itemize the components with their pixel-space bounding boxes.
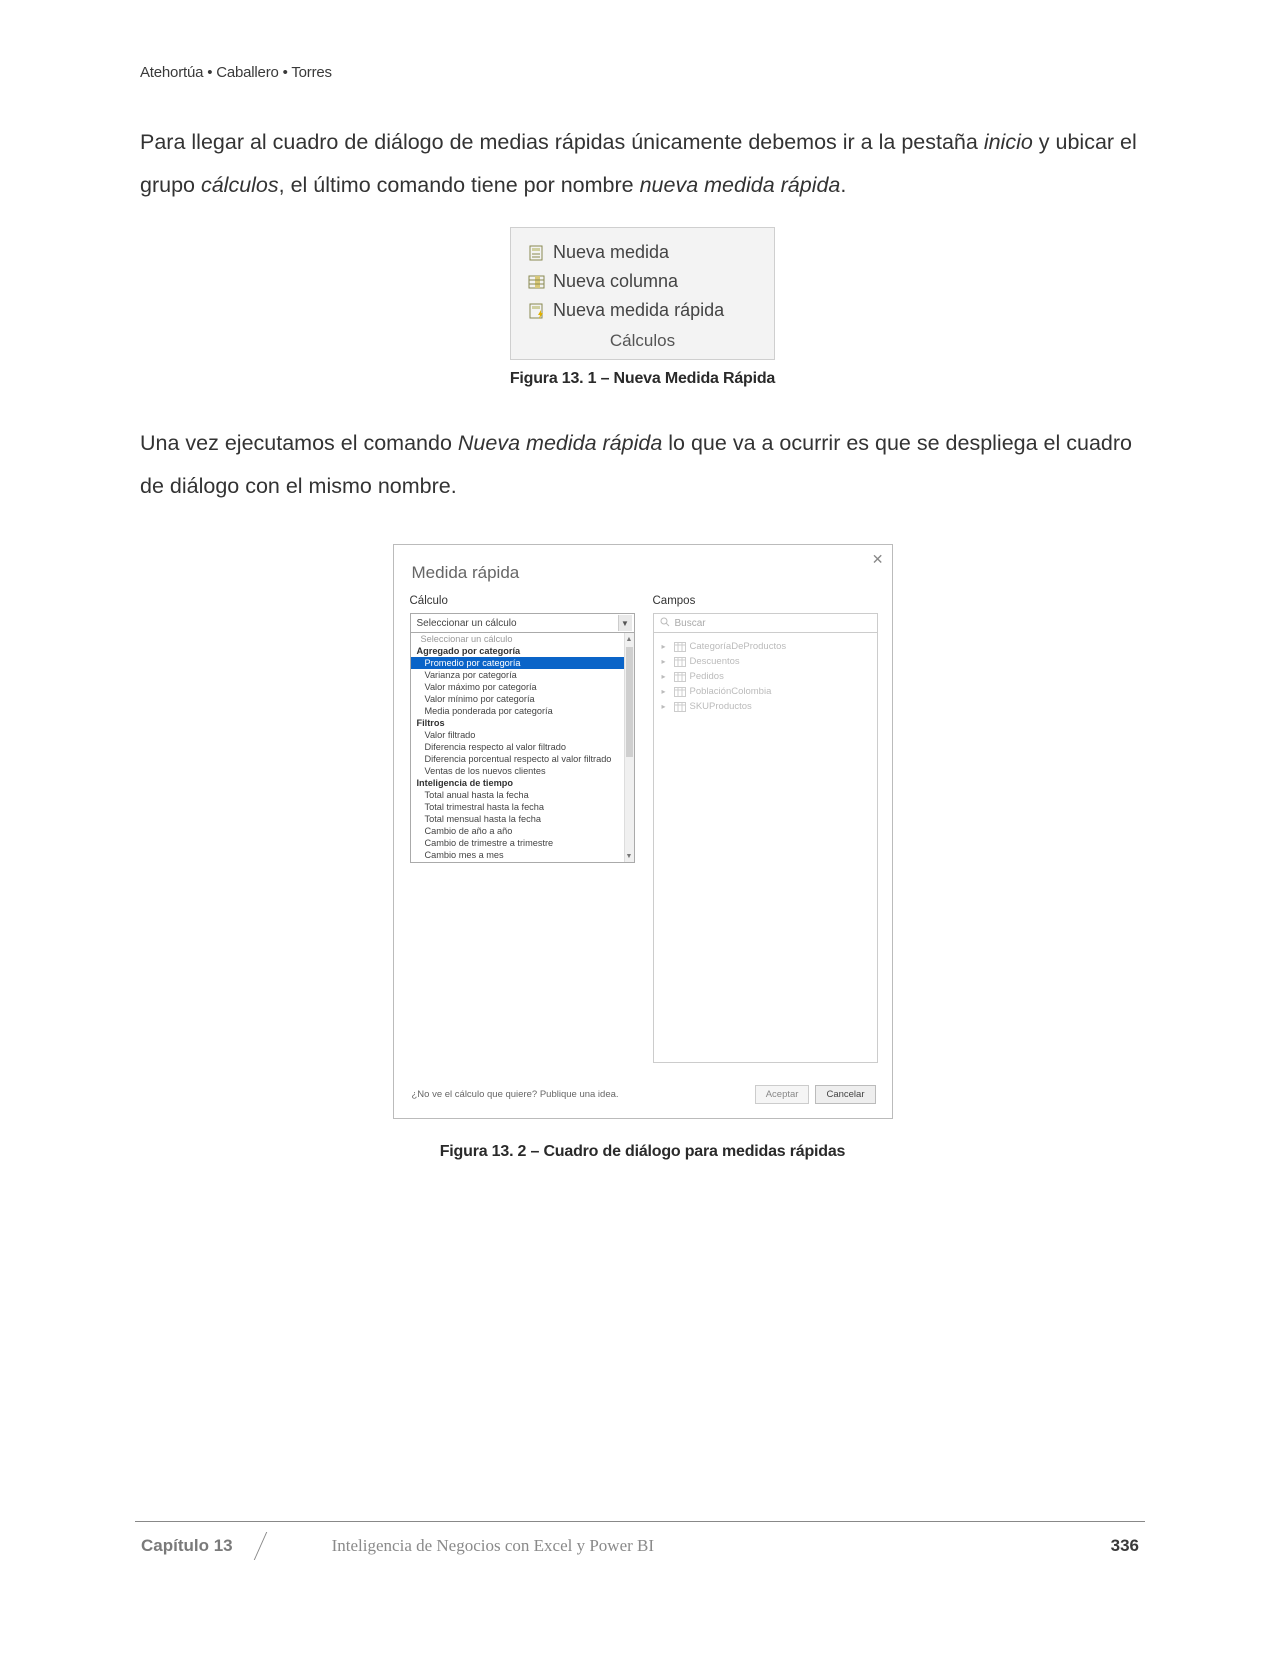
fields-search[interactable]: Buscar [653,613,878,633]
dialog-title: Medida rápida [394,545,892,591]
calc-column: Cálculo Seleccionar un cálculo ▼ Selecci… [410,595,635,1063]
field-item[interactable]: ▸ CategoríaDeProductos [660,639,871,654]
header-authors: Atehortúa • Caballero • Torres [140,64,1145,81]
calc-option[interactable]: Media acumulada [411,861,624,862]
calc-option[interactable]: Total trimestral hasta la fecha [411,801,624,813]
page-footer: Capítulo 13 Inteligencia de Negocios con… [135,1521,1145,1560]
fields-column: Campos Buscar ▸ CategoríaDeProductos ▸ Desc… [653,595,878,1063]
calc-option[interactable]: Cambio mes a mes [411,849,624,861]
para2-pre: Una vez ejecutamos el comando [140,431,458,455]
chevron-right-icon: ▸ [662,642,670,651]
paragraph-2: Una vez ejecutamos el comando Nueva medi… [140,422,1145,508]
scroll-up-icon[interactable]: ▲ [625,633,634,645]
ribbon-item-label: Nueva medida [553,242,669,263]
field-item[interactable]: ▸ SKUProductos [660,699,871,714]
field-label: SKUProductos [690,701,752,712]
column-icon [527,273,547,291]
paragraph-1: Para llegar al cuadro de diálogo de medi… [140,121,1145,207]
measure-icon [527,244,547,262]
para1-end: . [840,173,846,197]
ribbon-item-nueva-medida-rapida[interactable]: Nueva medida rápida [511,296,774,325]
ribbon-group-calculos: Nueva medida Nueva columna Nueva medida … [510,227,775,360]
calc-option[interactable]: Cambio de año a año [411,825,624,837]
calc-listbox[interactable]: Seleccionar un cálculoAgregado por categ… [410,633,635,863]
calc-option[interactable]: Total mensual hasta la fecha [411,813,624,825]
calc-option[interactable]: Promedio por categoría [411,657,624,669]
calc-option[interactable]: Inteligencia de tiempo [411,777,624,789]
calc-option[interactable]: Diferencia porcentual respecto al valor … [411,753,624,765]
field-label: PoblaciónColombia [690,686,772,697]
calc-option[interactable]: Seleccionar un cálculo [411,633,624,645]
calc-option[interactable]: Valor máximo por categoría [411,681,624,693]
para1-em-nueva-medida: nueva medida rápida [640,173,841,197]
fields-label: Campos [653,595,878,607]
ribbon-item-nueva-columna[interactable]: Nueva columna [511,267,774,296]
figure-1: Nueva medida Nueva columna Nueva medida … [140,227,1145,388]
calc-option[interactable]: Diferencia respecto al valor filtrado [411,741,624,753]
accept-button[interactable]: Aceptar [755,1085,810,1104]
calc-option[interactable]: Cambio de trimestre a trimestre [411,837,624,849]
quick-measure-dialog: ✕ Medida rápida Cálculo Seleccionar un c… [393,544,893,1119]
calc-option[interactable]: Filtros [411,717,624,729]
ribbon-item-label: Nueva medida rápida [553,300,724,321]
quick-measure-icon [527,302,547,320]
ribbon-item-nueva-medida[interactable]: Nueva medida [511,238,774,267]
table-icon [674,642,686,652]
table-icon [674,657,686,667]
calc-select-value: Seleccionar un cálculo [417,618,517,629]
scroll-thumb[interactable] [626,647,633,757]
scrollbar[interactable]: ▲ ▼ [624,633,634,862]
para1-em-calculos: cálculos [201,173,279,197]
book-title: Inteligencia de Negocios con Excel y Pow… [252,1536,1111,1556]
cancel-button[interactable]: Cancelar [815,1085,875,1104]
calc-select[interactable]: Seleccionar un cálculo ▼ [410,613,635,633]
table-icon [674,702,686,712]
field-item[interactable]: ▸ PoblaciónColombia [660,684,871,699]
chevron-right-icon: ▸ [662,687,670,696]
field-item[interactable]: ▸ Pedidos [660,669,871,684]
fields-tree[interactable]: ▸ CategoríaDeProductos ▸ Descuentos ▸ Pedidos… [653,633,878,1063]
scroll-down-icon[interactable]: ▼ [625,850,634,862]
calc-option[interactable]: Media ponderada por categoría [411,705,624,717]
calc-option[interactable]: Valor mínimo por categoría [411,693,624,705]
field-label: Pedidos [690,671,724,682]
search-icon [660,617,670,630]
search-placeholder: Buscar [675,618,706,629]
para1-mid2: , el último comando tiene por nombre [279,173,640,197]
chevron-right-icon: ▸ [662,657,670,666]
para1-em-inicio: inicio [984,130,1033,154]
calc-option[interactable]: Total anual hasta la fecha [411,789,624,801]
figure-1-caption: Figura 13. 1 – Nueva Medida Rápida [510,370,775,388]
ribbon-group-label: Cálculos [511,325,774,355]
calc-option[interactable]: Varianza por categoría [411,669,624,681]
field-item[interactable]: ▸ Descuentos [660,654,871,669]
calc-option[interactable]: Valor filtrado [411,729,624,741]
publish-idea-link[interactable]: ¿No ve el cálculo que quiere? Publique u… [412,1089,619,1100]
figure-2: ✕ Medida rápida Cálculo Seleccionar un c… [140,544,1145,1161]
ribbon-item-label: Nueva columna [553,271,678,292]
table-icon [674,672,686,682]
calc-label: Cálculo [410,595,635,607]
table-icon [674,687,686,697]
figure-2-caption: Figura 13. 2 – Cuadro de diálogo para me… [440,1143,846,1161]
chevron-right-icon: ▸ [662,672,670,681]
calc-option[interactable]: Agregado por categoría [411,645,624,657]
chevron-right-icon: ▸ [662,702,670,711]
close-icon[interactable]: ✕ [872,551,884,568]
chevron-down-icon: ▼ [618,615,632,631]
chapter-label: Capítulo 13 [135,1532,252,1560]
calc-option[interactable]: Ventas de los nuevos clientes [411,765,624,777]
page-number: 336 [1111,1536,1145,1556]
para2-em: Nueva medida rápida [458,431,662,455]
para1-pre: Para llegar al cuadro de diálogo de medi… [140,130,984,154]
field-label: CategoríaDeProductos [690,641,787,652]
field-label: Descuentos [690,656,740,667]
